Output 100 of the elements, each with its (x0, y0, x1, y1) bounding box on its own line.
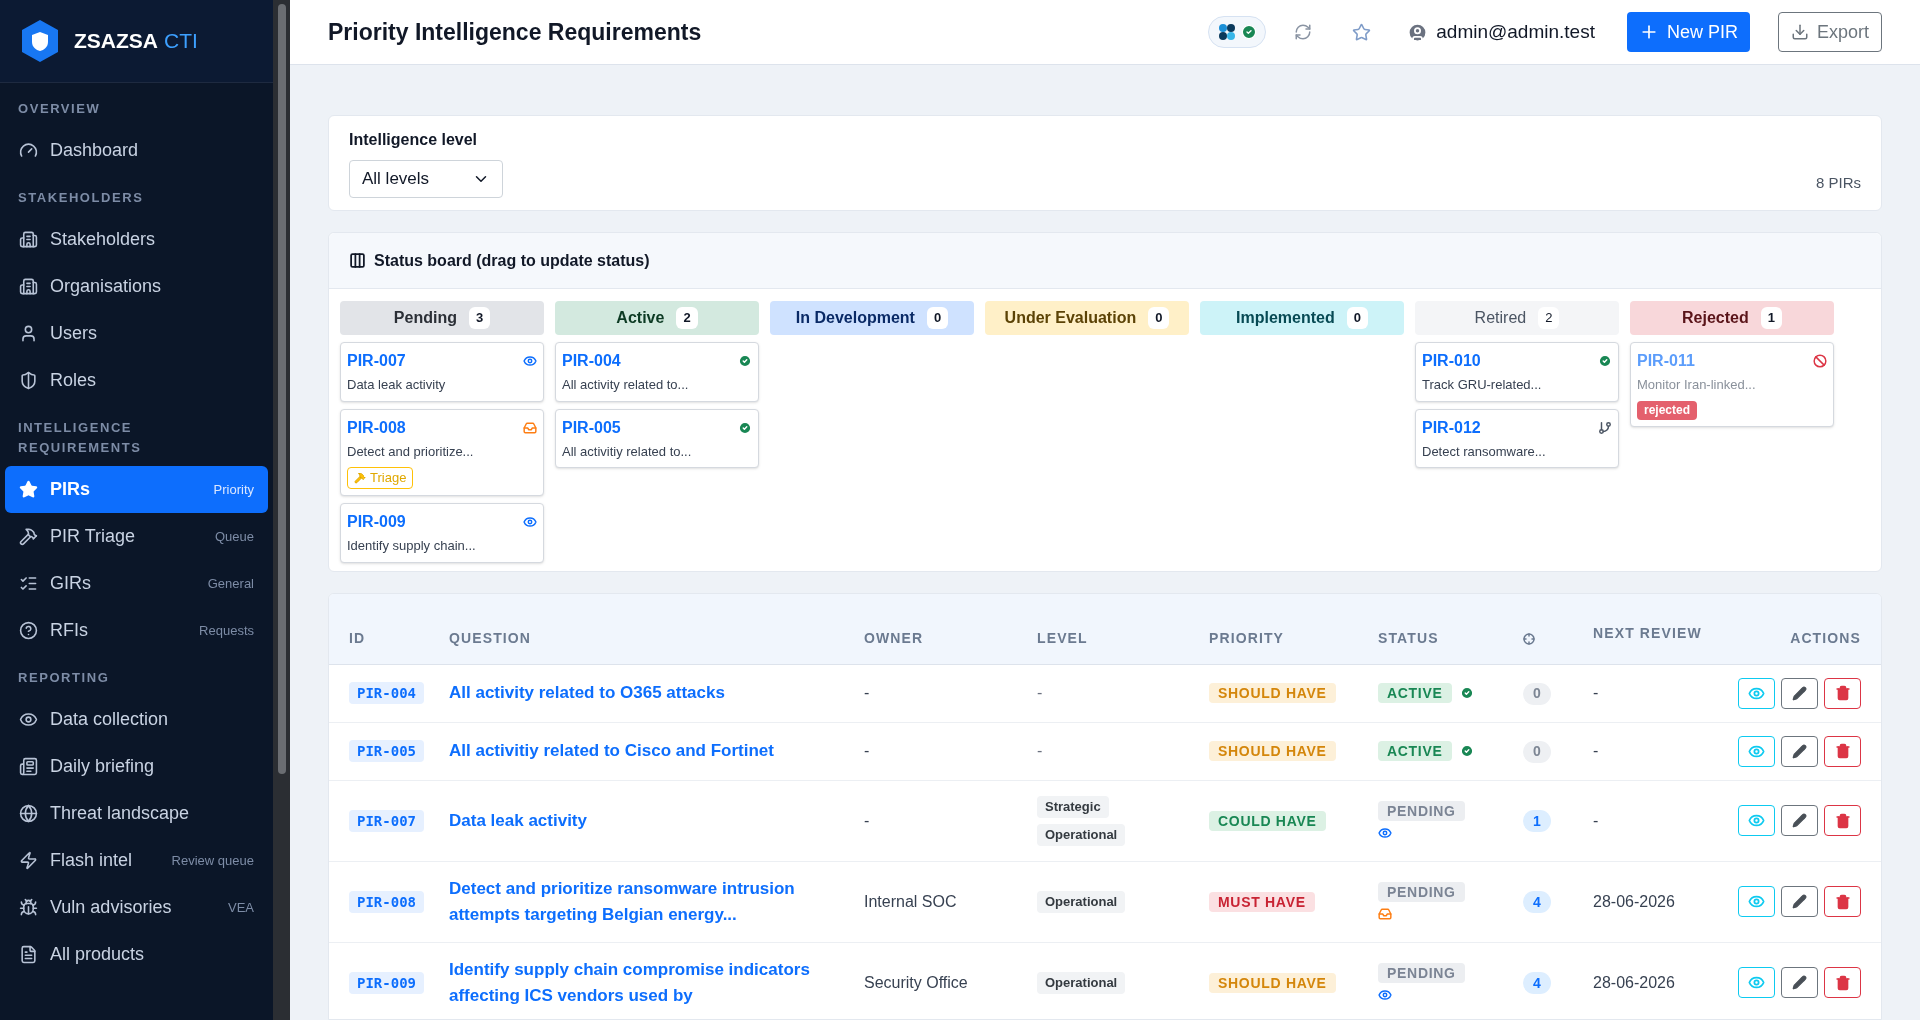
question-link[interactable]: Detect and prioritize ransomware intrusion attempts targeting Belgian energy... (449, 875, 864, 928)
priority-chip: COULD HAVE (1209, 810, 1326, 831)
column-header: QUESTION (449, 594, 864, 664)
pir-id[interactable]: PIR-004 (562, 349, 621, 373)
edit-button[interactable] (1781, 886, 1818, 917)
question-link[interactable]: Data leak activity (449, 807, 864, 834)
eye-icon (1748, 974, 1765, 991)
edit-button[interactable] (1781, 805, 1818, 836)
column-title: Active (616, 308, 665, 328)
pir-summary: Data leak activity (347, 376, 447, 394)
star-icon[interactable] (1352, 22, 1372, 42)
inbox-icon (1378, 907, 1392, 921)
nav-item[interactable]: All products (5, 931, 268, 978)
triage-tag: Triage (347, 467, 414, 489)
status-chip: PENDING (1378, 801, 1465, 821)
pir-id[interactable]: PIR-009 (347, 510, 406, 534)
pir-count: 8 PIRs (1816, 172, 1861, 193)
next-review-date: 28-06-2026 (1593, 973, 1675, 991)
pir-id[interactable]: PIR-007 (347, 349, 406, 373)
column-header: LEVEL (1037, 594, 1209, 664)
nav-item[interactable]: Data collection (5, 696, 268, 743)
level-chip: Strategic (1037, 795, 1109, 818)
question-link[interactable]: All activity related to O365 attacks (449, 680, 864, 706)
pencil-icon (1792, 894, 1807, 909)
delete-button[interactable] (1824, 886, 1861, 917)
pir-card[interactable]: PIR-009 Identify supply chain... (340, 503, 544, 563)
rejected-tag: rejected (1637, 400, 1698, 420)
column-header: ID (329, 594, 449, 664)
nav-item[interactable]: PIR Triage Queue (5, 513, 268, 560)
trash-icon (1834, 812, 1851, 829)
connection-status[interactable] (1208, 16, 1267, 48)
nav-item[interactable]: RFIs Requests (5, 607, 268, 654)
pir-id-chip: PIR-008 (349, 890, 424, 913)
crosshair-icon (1523, 632, 1535, 645)
eye-icon (523, 515, 537, 529)
new-pir-button[interactable]: New PIR (1626, 12, 1750, 52)
edit-button[interactable] (1781, 967, 1818, 998)
pir-summary: All activitiy related to... (562, 442, 693, 461)
nav-item[interactable]: PIRs Priority (5, 466, 268, 513)
nav-item[interactable]: Stakeholders (5, 216, 268, 263)
pir-card[interactable]: PIR-007 Data leak activity (340, 342, 544, 402)
lightning-icon (19, 851, 38, 870)
check-icon (738, 354, 752, 368)
nav-item[interactable]: Vuln advisories VEA (5, 884, 268, 931)
column-title: Rejected (1682, 308, 1749, 328)
pencil-icon (1792, 743, 1807, 759)
refresh-icon[interactable] (1294, 23, 1313, 41)
pir-card[interactable]: PIR-010 Track GRU-related... (1415, 342, 1619, 402)
user-email[interactable]: admin@admin.test (1436, 17, 1595, 47)
delete-button[interactable] (1824, 677, 1861, 709)
star-icon (19, 480, 38, 499)
pir-card[interactable]: PIR-004 All activity related to... (555, 342, 759, 402)
export-button[interactable]: Export (1777, 12, 1882, 52)
level-text: - (1037, 742, 1043, 759)
next-review-date: - (1593, 684, 1599, 701)
pir-card[interactable]: PIR-005 All activitiy related to... (555, 408, 759, 468)
level-select[interactable]: All levels (349, 160, 503, 198)
owner-text: - (864, 742, 870, 759)
eye-icon (523, 354, 537, 368)
nav-item[interactable]: Daily briefing (5, 743, 268, 790)
nav-item[interactable]: Threat landscape (5, 790, 268, 837)
pir-summary: Track GRU-related... (1422, 376, 1543, 394)
level-chip: Operational (1037, 890, 1126, 913)
nav-item[interactable]: Dashboard (5, 127, 268, 174)
pencil-icon (1792, 685, 1807, 701)
inbox-icon (523, 420, 537, 435)
nav-item[interactable]: Flash intel Review queue (5, 837, 268, 884)
edit-button[interactable] (1781, 735, 1818, 767)
pir-id-chip: PIR-009 (349, 971, 424, 994)
pir-id[interactable]: PIR-010 (1422, 349, 1481, 373)
delete-button[interactable] (1824, 735, 1861, 767)
column-header: OWNER (864, 594, 1037, 664)
nav-item[interactable]: Roles (5, 357, 268, 404)
trash-icon (1834, 974, 1851, 991)
edit-button[interactable] (1781, 677, 1818, 709)
filter-label: Intelligence level (349, 130, 479, 150)
next-review-date: 28-06-2026 (1593, 892, 1675, 910)
pir-card[interactable]: PIR-012 Detect ransomware... (1415, 408, 1619, 468)
next-review-date: - (1593, 742, 1599, 759)
question-link[interactable]: Identify supply chain compromise indicators affecting ICS vendors used by (449, 956, 864, 1009)
pir-id[interactable]: PIR-012 (1422, 415, 1481, 440)
question-link[interactable]: All activitiy related to Cisco and Fortinet (449, 738, 864, 764)
nav-item[interactable]: Organisations (5, 263, 268, 310)
eye-icon (1378, 826, 1392, 840)
trash-icon (1834, 893, 1851, 910)
owner-text: Internal SOC (864, 892, 957, 910)
branch-icon (1598, 420, 1612, 435)
count-badge: 0 (1148, 307, 1170, 329)
owner-text: - (864, 684, 870, 701)
pir-card[interactable]: PIR-008 Detect and prioritize... Triage (340, 408, 544, 496)
delete-button[interactable] (1824, 967, 1861, 998)
pir-id[interactable]: PIR-008 (347, 415, 406, 440)
scrollbar[interactable] (273, 0, 290, 1020)
delete-button[interactable] (1824, 805, 1861, 836)
count-badge: 4 (1523, 972, 1551, 994)
trash-icon (1834, 685, 1851, 701)
nav-item[interactable]: GIRs General (5, 560, 268, 607)
eye-icon (19, 710, 38, 729)
nav-item[interactable]: Users (5, 310, 268, 357)
pir-id[interactable]: PIR-005 (562, 415, 621, 440)
